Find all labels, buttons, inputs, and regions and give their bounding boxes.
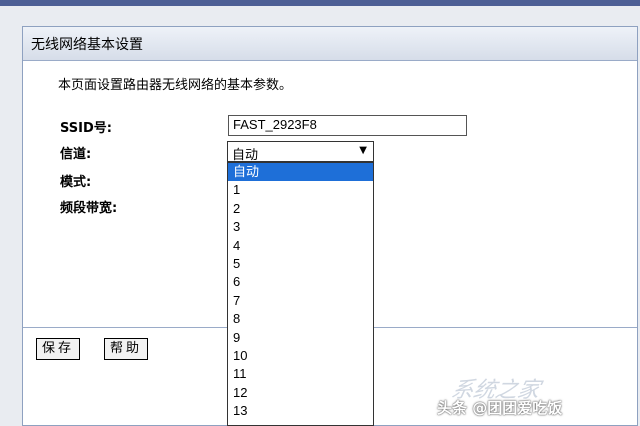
chevron-down-icon: ▼ bbox=[359, 145, 367, 156]
bandwidth-label: 频段带宽: bbox=[60, 201, 118, 216]
channel-option[interactable]: 3 bbox=[228, 218, 373, 236]
channel-option[interactable]: 13 bbox=[228, 402, 373, 420]
channel-option[interactable]: 10 bbox=[228, 347, 373, 365]
channel-label: 信道: bbox=[60, 147, 92, 162]
channel-dropdown-list: 自动 1 2 3 4 5 6 7 8 9 10 11 12 13 bbox=[227, 162, 374, 426]
channel-option[interactable]: 7 bbox=[228, 292, 373, 310]
channel-option[interactable]: 11 bbox=[228, 365, 373, 383]
help-button[interactable]: 帮助 bbox=[104, 338, 149, 360]
channel-select-value: 自动 bbox=[232, 148, 259, 163]
channel-option[interactable]: 自动 bbox=[228, 163, 373, 182]
save-button[interactable]: 保存 bbox=[36, 338, 81, 360]
mode-label: 模式: bbox=[60, 175, 92, 190]
channel-option[interactable]: 8 bbox=[228, 310, 373, 328]
channel-option[interactable]: 12 bbox=[228, 384, 373, 402]
ssid-label: SSID号: bbox=[60, 121, 112, 136]
ssid-input[interactable]: FAST_2923F8 bbox=[228, 115, 467, 136]
panel-title: 无线网络基本设置 bbox=[23, 27, 637, 61]
channel-option[interactable]: 9 bbox=[228, 329, 373, 347]
panel-description: 本页面设置路由器无线网络的基本参数。 bbox=[58, 78, 293, 93]
channel-option[interactable]: 1 bbox=[228, 181, 373, 199]
channel-option[interactable]: 6 bbox=[228, 273, 373, 291]
channel-option[interactable]: 2 bbox=[228, 200, 373, 218]
channel-option[interactable]: 4 bbox=[228, 237, 373, 255]
channel-option[interactable]: 5 bbox=[228, 255, 373, 273]
top-strip bbox=[0, 0, 640, 6]
channel-select[interactable]: 自动 ▼ bbox=[227, 141, 374, 163]
settings-panel: 无线网络基本设置 本页面设置路由器无线网络的基本参数。 SSID号: FAST_… bbox=[22, 26, 638, 426]
watermark: 头条 @团团爱吃饭 bbox=[437, 399, 563, 417]
